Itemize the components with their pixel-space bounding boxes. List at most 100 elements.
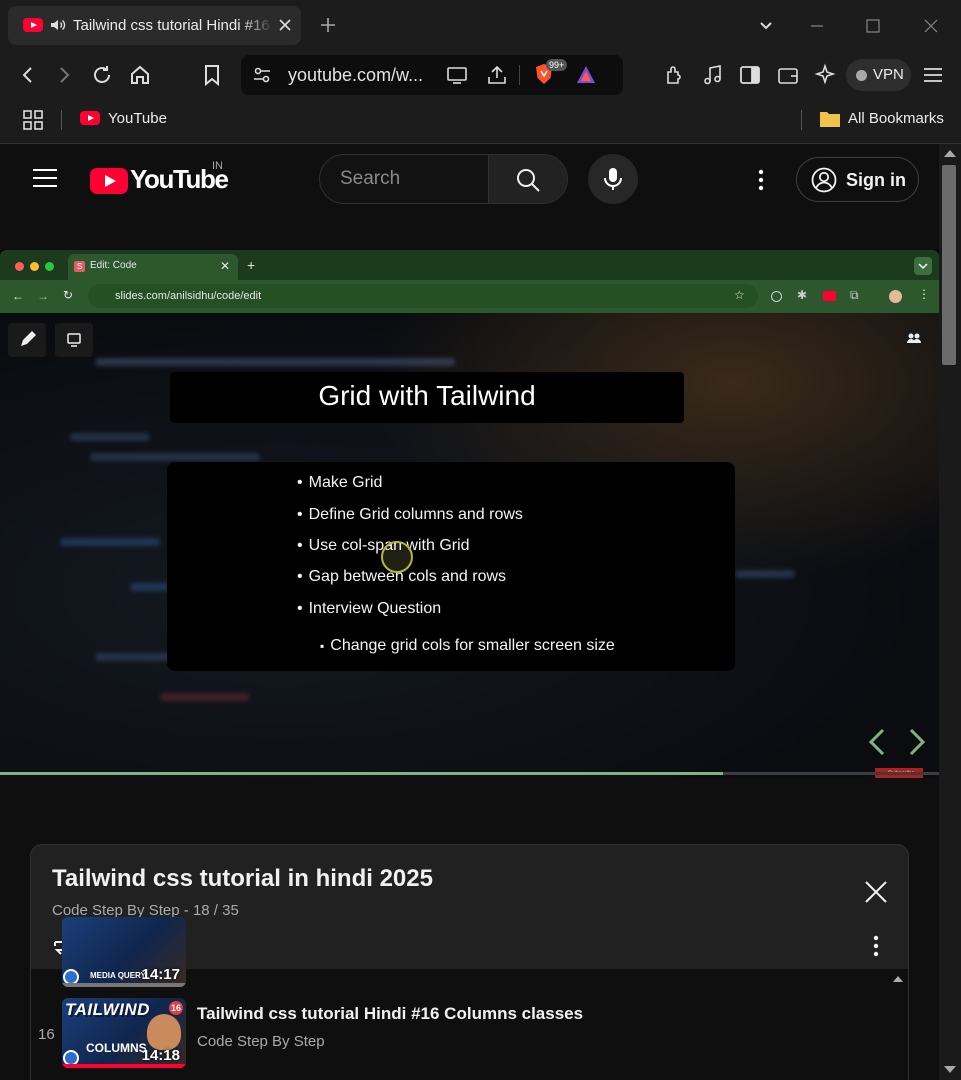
slide-bullet: Define Grid columns and rows <box>297 506 523 524</box>
forward-icon[interactable] <box>52 63 76 87</box>
background-code-blur <box>735 570 795 578</box>
inner-forward-icon: → <box>37 289 49 303</box>
background-code-blur <box>70 433 150 441</box>
background-code-blur <box>95 358 455 366</box>
sidebar-toggle-icon[interactable] <box>738 63 762 87</box>
bookmarks-divider <box>61 110 62 130</box>
thumb-presenter <box>147 1014 181 1050</box>
minimize-icon[interactable] <box>806 15 828 37</box>
close-playlist-icon[interactable] <box>863 879 889 905</box>
home-icon[interactable] <box>128 63 152 87</box>
speaker-icon[interactable] <box>49 16 67 34</box>
vpn-label: VPN <box>873 66 904 83</box>
wallet-icon[interactable] <box>776 63 800 87</box>
video-player[interactable]: S Edit: Code ✕ + ← → ↻ slides.com/anilsi… <box>0 250 939 778</box>
playlist-thumbnail[interactable]: TAILWIND 16 COLUMNS 14:18 <box>62 998 186 1068</box>
list-scroll-up-icon[interactable] <box>893 976 903 982</box>
thumb-label: MEDIA QUERY <box>90 971 146 980</box>
folder-icon <box>820 112 840 127</box>
url-divider <box>519 65 520 85</box>
inner-react-icon: ✱ <box>797 288 808 302</box>
maximize-icon[interactable] <box>862 15 884 37</box>
menu-hamburger-icon[interactable] <box>921 63 945 87</box>
thumb-episode-badge: 16 <box>169 1001 183 1015</box>
youtube-logo-icon[interactable] <box>90 168 128 194</box>
address-bar[interactable]: youtube.com/w... 99+ <box>241 55 623 95</box>
window-close-icon[interactable] <box>920 15 942 37</box>
all-bookmarks-link[interactable]: All Bookmarks <box>848 110 944 127</box>
scroll-up-arrow-icon[interactable] <box>944 150 956 157</box>
bookmark-icon[interactable] <box>200 63 224 87</box>
slide-stage: Grid with Tailwind Make Grid Define Grid… <box>0 313 939 778</box>
media-music-icon[interactable] <box>701 63 725 87</box>
inner-new-tab-icon: + <box>247 257 256 273</box>
inner-tab-search-icon <box>914 257 932 275</box>
background-code-blur <box>60 538 160 546</box>
sign-in-button[interactable]: Sign in <box>796 157 919 202</box>
search-input[interactable] <box>320 155 488 203</box>
watched-bar <box>62 983 186 987</box>
playlist-items: MEDIA QUERY 14:17 16 TAILWIND 16 COLUMNS… <box>31 917 908 1080</box>
apps-grid-icon[interactable] <box>21 108 45 132</box>
browser-tab-active[interactable]: Tailwind css tutorial Hindi #16 Columns … <box>8 6 301 45</box>
vpn-button[interactable]: VPN <box>846 59 911 91</box>
playlist-more-icon[interactable] <box>866 933 886 959</box>
playlist-thumbnail[interactable]: MEDIA QUERY 14:17 <box>62 917 186 987</box>
voice-search-button[interactable] <box>588 154 638 204</box>
bookmark-youtube[interactable]: YouTube <box>108 110 167 127</box>
inner-reload-icon: ↻ <box>63 288 74 302</box>
browser-toolbar: youtube.com/w... 99+ VPN <box>0 50 961 100</box>
inner-address: slides.com/anilsidhu/code/edit ☆ <box>88 284 758 308</box>
youtube-favicon-icon <box>23 18 43 32</box>
playlist-item-channel[interactable]: Code Step By Step <box>197 1033 325 1050</box>
background-code-blur <box>130 583 170 591</box>
inner-min-dot <box>30 262 39 271</box>
inner-tab-title: Edit: Code <box>90 260 137 271</box>
thumb-wordmark: TAILWIND <box>65 1000 150 1019</box>
present-button <box>55 323 93 357</box>
share-icon[interactable] <box>485 63 509 87</box>
bookmarks-bar: YouTube All Bookmarks <box>0 100 961 144</box>
site-settings-icon[interactable] <box>250 63 274 87</box>
slide-next-arrow-icon <box>909 728 926 756</box>
playlist-title[interactable]: Tailwind css tutorial in hindi 2025 <box>52 865 433 893</box>
playlist-separator: - <box>183 902 193 919</box>
extensions-icon[interactable] <box>663 63 687 87</box>
brave-rewards-icon[interactable] <box>574 63 598 87</box>
inner-extensions-icon: ⧉ <box>850 288 859 302</box>
browser-tab-strip: Tailwind css tutorial Hindi #16 Columns … <box>0 0 961 50</box>
inner-star-icon: ☆ <box>734 288 745 302</box>
inner-close-dot <box>15 262 24 271</box>
scroll-down-arrow-icon[interactable] <box>944 1066 956 1073</box>
inner-tab: S Edit: Code ✕ <box>68 254 238 280</box>
shield-count-badge: 99+ <box>546 59 568 71</box>
tab-search-chevron-icon[interactable] <box>755 15 777 37</box>
back-icon[interactable] <box>16 63 40 87</box>
video-progress-bar[interactable] <box>0 772 939 775</box>
playlist-item-title[interactable]: Tailwind css tutorial Hindi #16 Columns … <box>197 1004 583 1024</box>
video-duration: 14:17 <box>141 966 180 983</box>
guide-menu-icon[interactable] <box>32 167 58 189</box>
slide-sub-bullet: Change grid cols for smaller screen size <box>320 637 615 655</box>
video-inner-tabbar: S Edit: Code ✕ + <box>0 250 939 280</box>
leo-ai-icon[interactable] <box>813 63 837 87</box>
mouse-highlight-ring <box>381 541 413 573</box>
video-inner-urlbar: ← → ↻ slides.com/anilsidhu/code/edit ☆ ✱… <box>0 280 939 313</box>
close-tab-icon[interactable] <box>276 16 294 34</box>
inner-max-dot <box>45 262 54 271</box>
youtube-page: YouTube IN Sign in S Edit: Code ✕ + <box>0 144 939 1080</box>
cast-icon[interactable] <box>445 63 469 87</box>
video-progress-fill <box>0 772 724 775</box>
scrollbar-thumb[interactable] <box>942 165 956 365</box>
new-tab-icon[interactable] <box>318 15 338 35</box>
page-scrollbar[interactable] <box>939 144 961 1080</box>
reload-icon[interactable] <box>90 63 114 87</box>
search-box <box>319 154 568 204</box>
more-vertical-icon[interactable] <box>752 168 770 192</box>
inner-tab-close-icon: ✕ <box>220 259 231 273</box>
inner-menu-icon: ⋮ <box>918 287 930 301</box>
monitor-icon <box>67 333 81 347</box>
pen-icon <box>21 331 36 346</box>
slide-bullet: Make Grid <box>297 474 383 492</box>
search-button[interactable] <box>488 155 567 203</box>
